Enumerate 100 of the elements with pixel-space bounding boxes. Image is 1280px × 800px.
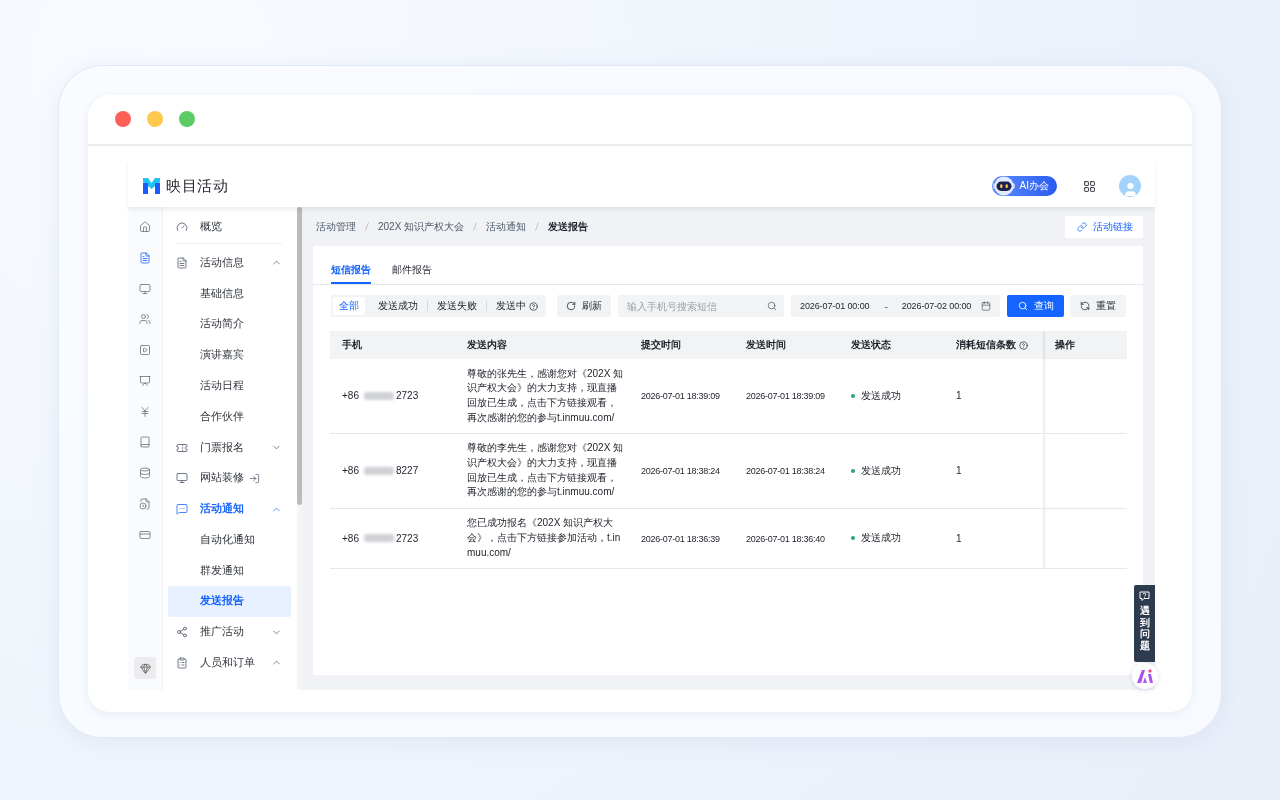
message-icon (176, 503, 188, 516)
column-header: 消耗短信条数 (956, 338, 1016, 352)
nav-item[interactable]: 门票报名 (168, 432, 291, 463)
table-cell: 2026-07-01 18:36:39 (641, 533, 720, 544)
table-cell: 2026-07-01 18:38:24 (746, 466, 825, 477)
column-header: 提交时间 (641, 338, 681, 352)
yen-icon[interactable] (139, 405, 151, 418)
table-cell: 1 (956, 465, 962, 477)
logo-icon (143, 178, 160, 194)
clipboard-icon (176, 656, 188, 669)
document-icon[interactable] (139, 251, 151, 264)
external-link-icon (249, 472, 260, 484)
column-header: 操作 (1055, 338, 1075, 352)
column-header: 手机 (342, 338, 362, 352)
status-option[interactable]: 发送中 (490, 297, 544, 315)
column-header: 发送时间 (746, 338, 786, 352)
country-code: +86 (342, 532, 359, 544)
monitor-icon (176, 472, 188, 485)
breadcrumb-link[interactable]: 活动通知 (486, 219, 527, 234)
table-cell: 2026-07-01 18:39:09 (641, 391, 720, 402)
file-clock-icon[interactable] (139, 497, 151, 510)
robot-icon (991, 176, 1016, 196)
ticket-icon (176, 441, 188, 454)
book-icon[interactable] (139, 436, 151, 449)
country-code: +86 (342, 390, 359, 402)
table-cell: 2026-07-01 18:36:40 (746, 533, 825, 544)
nav-item[interactable]: 概览 (168, 211, 291, 243)
message-text: 尊敬的李先生，感谢您对《202X 知识产权大会》的大力支持，现直播回放已生成，点击下方链接观看，再次感谢的您的参与t.inmuu.com/ (467, 441, 624, 500)
breadcrumb-link[interactable]: 活动管理 (316, 219, 356, 234)
monitor-icon[interactable] (139, 282, 151, 295)
phone-digits: 2723 (395, 390, 419, 402)
slash-icon (473, 222, 478, 231)
scrollbar-thumb[interactable] (297, 207, 302, 505)
search-icon (767, 301, 777, 311)
status-text: 发送成功 (861, 531, 901, 546)
search-field[interactable]: 输入手机号搜索短信 (618, 295, 784, 317)
logo-text: 映目活动 (166, 176, 228, 196)
table-cell: 1 (956, 390, 962, 402)
home-icon[interactable] (139, 220, 151, 233)
column-header: 发送状态 (851, 338, 891, 352)
date-range-field[interactable]: 2026-07-01 00:00 - 2026-07-02 00:00 (791, 295, 1000, 317)
card-icon[interactable] (139, 528, 151, 541)
refresh-icon (566, 301, 576, 311)
tab[interactable]: 邮件报告 (392, 256, 432, 284)
question-bubble-icon (1139, 591, 1150, 601)
nav-subitem[interactable]: 发送报告 (168, 585, 291, 617)
nav-subitem[interactable]: 群发通知 (168, 555, 291, 586)
gauge-icon (176, 220, 188, 233)
nav-item[interactable]: 推广活动 (168, 616, 291, 648)
table-cell: 2026-07-01 18:38:24 (641, 466, 720, 477)
search-icon (1017, 301, 1028, 311)
phone-digits: 8227 (395, 465, 419, 477)
nav-item[interactable]: 活动信息 (168, 247, 291, 279)
nav-subitem[interactable]: 基础信息 (168, 278, 291, 310)
slash-icon (535, 222, 540, 231)
breadcrumb-current: 发送报告 (548, 219, 589, 234)
play-icon[interactable] (139, 344, 151, 357)
reset-button[interactable]: 重置 (1070, 295, 1126, 317)
status-option[interactable]: 全部 (333, 297, 365, 315)
status-text: 发送成功 (861, 388, 901, 403)
close-button[interactable] (115, 110, 131, 127)
tab[interactable]: 短信报告 (331, 256, 371, 284)
blurred-digits (363, 534, 394, 543)
nav-item[interactable]: 网站装修 (168, 462, 291, 494)
grid-icon[interactable] (1083, 179, 1096, 193)
breadcrumb-link[interactable]: 202X 知识产权大会 (378, 219, 465, 234)
nav-item[interactable]: 人员和订单 (168, 647, 291, 679)
refresh-button[interactable]: 刷新 (557, 295, 611, 317)
status-text: 发送成功 (861, 463, 901, 478)
share-icon (176, 626, 188, 639)
country-code: +86 (342, 465, 359, 477)
slash-icon (365, 222, 369, 231)
message-text: 尊敬的张先生，感谢您对《202X 知识产权大会》的大力支持，现直播回放已生成，点击下方链接观看，再次感谢的您的参与t.inmuu.com/ (467, 366, 624, 425)
presentation-icon[interactable] (139, 374, 151, 387)
users-icon[interactable] (139, 313, 151, 326)
phone-digits: 2723 (395, 532, 419, 544)
calendar-icon (981, 301, 991, 311)
link-icon (1077, 221, 1087, 232)
nav-subitem[interactable]: 自动化通知 (168, 524, 291, 556)
database-icon[interactable] (139, 467, 151, 480)
blurred-digits (363, 466, 394, 475)
document-icon (176, 256, 188, 269)
table-cell: 2026-07-01 18:39:09 (746, 391, 825, 402)
nav-subitem[interactable]: 合作伙伴 (168, 401, 291, 433)
help-float-button[interactable]: 遇到问题 (1134, 585, 1155, 662)
start-date: 2026-07-01 00:00 (800, 301, 870, 311)
nav-item[interactable]: 活动通知 (168, 493, 291, 525)
event-link-button[interactable]: 活动链接 (1065, 215, 1143, 238)
status-option[interactable]: 发送成功 (372, 297, 424, 315)
maximize-button[interactable] (179, 110, 195, 127)
blurred-digits (363, 391, 394, 400)
reset-icon (1080, 301, 1090, 311)
ai-meeting-button[interactable]: AI办会 (991, 176, 1057, 196)
table-cell: 1 (956, 532, 962, 544)
column-header: 发送内容 (467, 338, 507, 352)
nav-subitem[interactable]: 活动简介 (168, 309, 291, 340)
nav-subitem[interactable]: 活动日程 (168, 370, 291, 402)
nav-subitem[interactable]: 演讲嘉宾 (168, 339, 291, 371)
end-date: 2026-07-02 00:00 (901, 301, 972, 311)
query-button[interactable]: 查询 (1007, 295, 1064, 317)
